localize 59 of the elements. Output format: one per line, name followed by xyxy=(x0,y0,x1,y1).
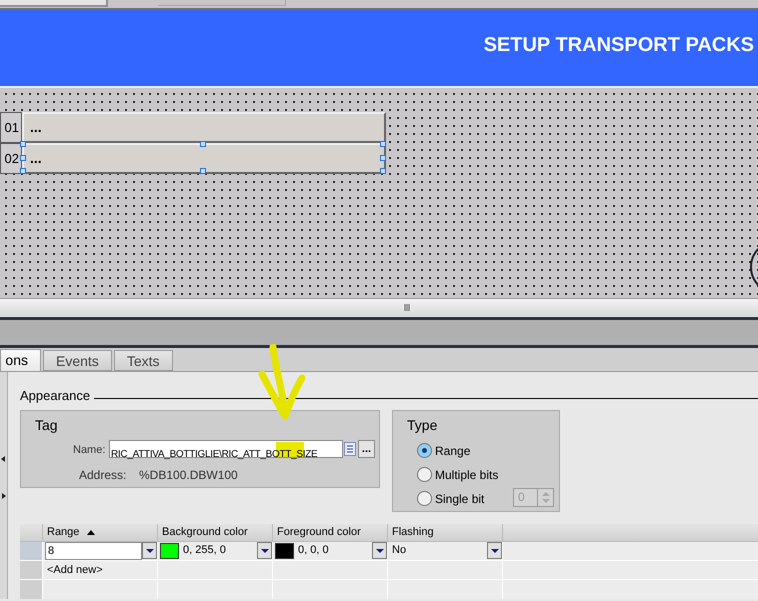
caret-icon[interactable] xyxy=(376,548,384,552)
selection-handle[interactable] xyxy=(20,141,26,147)
grip-icon[interactable] xyxy=(404,304,410,311)
text-field[interactable]: ... xyxy=(22,112,386,143)
color-swatch[interactable] xyxy=(275,542,294,558)
column-title: Range xyxy=(47,525,80,540)
group-title: Tag xyxy=(35,416,58,435)
list-icon[interactable] xyxy=(344,442,356,456)
dropdown-button[interactable] xyxy=(487,542,502,559)
tab[interactable]: Events xyxy=(43,350,112,371)
option-label: Range xyxy=(435,442,470,460)
selection-handle[interactable] xyxy=(200,141,206,147)
address-value: %DB100.DBW100 xyxy=(139,466,238,484)
browse-button[interactable]: ... xyxy=(358,440,375,458)
field-label: Address: xyxy=(79,466,126,484)
column-header[interactable]: Flashing xyxy=(388,524,503,540)
tab[interactable]: ons xyxy=(0,349,41,371)
radio-button[interactable] xyxy=(417,467,432,482)
column-header[interactable]: Foreground color xyxy=(273,524,388,540)
selection-handle[interactable] xyxy=(20,168,26,174)
tab[interactable]: Texts xyxy=(114,350,172,371)
selection-handle[interactable] xyxy=(20,154,26,160)
range-input[interactable]: 8 xyxy=(45,542,142,560)
dropdown-button[interactable] xyxy=(372,542,387,559)
text-field[interactable]: ... xyxy=(22,143,386,174)
header-title: SETUP TRANSPORT PACKS xyxy=(484,33,754,58)
field-label: Name: xyxy=(73,442,106,458)
left-arrow-icon[interactable] xyxy=(1,456,6,462)
selection-handle[interactable] xyxy=(380,168,386,174)
option-label: Multiple bits xyxy=(435,466,498,484)
add-new-row[interactable]: <Add new> xyxy=(47,564,103,576)
selection-handle[interactable] xyxy=(380,154,386,160)
option-label: Single bit xyxy=(435,490,484,508)
dropdown-button[interactable] xyxy=(142,542,157,559)
row-label: 01 xyxy=(0,112,22,143)
sort-icon[interactable] xyxy=(87,530,96,534)
radio-button[interactable] xyxy=(417,491,432,506)
caret-icon[interactable] xyxy=(260,548,268,552)
right-arrow-icon[interactable] xyxy=(2,493,7,499)
column-title: Foreground color xyxy=(277,525,361,540)
flashing-value: No xyxy=(392,543,408,558)
column-header[interactable]: Background color xyxy=(158,524,273,540)
radio-button[interactable] xyxy=(417,443,432,458)
color-value: 0, 255, 0 xyxy=(183,543,227,558)
dropdown-button[interactable] xyxy=(257,542,272,559)
caret-icon[interactable] xyxy=(490,548,498,552)
selection-handle[interactable] xyxy=(380,141,386,147)
group-title: Type xyxy=(407,416,438,435)
horizontal-scrollbar[interactable] xyxy=(0,298,758,316)
column-header[interactable]: Range xyxy=(43,524,158,540)
column-title: Flashing xyxy=(392,525,434,540)
row-label: 02 xyxy=(0,143,22,174)
table-row[interactable]: <Add new> xyxy=(20,560,758,580)
section-title: Appearance xyxy=(20,387,90,405)
selection-handle[interactable] xyxy=(200,168,206,174)
color-value: 0, 0, 0 xyxy=(298,543,330,558)
color-swatch[interactable] xyxy=(160,542,179,558)
column-title: Background color xyxy=(162,525,248,540)
caret-icon[interactable] xyxy=(146,548,154,552)
